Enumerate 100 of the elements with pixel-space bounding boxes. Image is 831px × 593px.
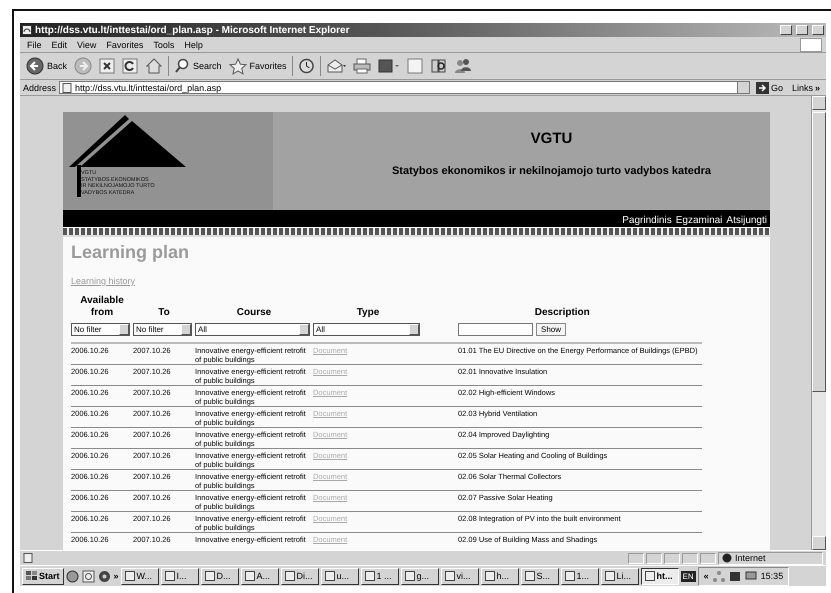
nav-link[interactable]: Pagrindinis	[622, 215, 672, 227]
taskbar-button[interactable]: g...	[400, 568, 439, 584]
taskbar-button[interactable]: Di...	[280, 568, 319, 584]
status-pane	[664, 552, 680, 564]
app-icon	[324, 571, 335, 581]
status-pane	[628, 552, 644, 564]
taskbar-button[interactable]: h...	[480, 568, 519, 584]
globe-icon	[722, 553, 732, 563]
go-button[interactable]: Go	[752, 82, 786, 94]
maximize-button[interactable]	[796, 25, 808, 35]
menu-item[interactable]: Edit	[46, 40, 72, 50]
column-header: Course	[236, 307, 272, 318]
app-icon	[524, 571, 535, 581]
app-icon	[284, 571, 295, 581]
taskbar-button[interactable]: Li...	[600, 568, 639, 584]
show-button[interactable]: Show	[536, 323, 566, 336]
desktop-icon[interactable]	[82, 570, 95, 582]
tray-app-icon	[728, 570, 741, 582]
address-label: Address	[23, 82, 56, 92]
home-icon	[145, 58, 164, 74]
filter-dropdown[interactable]: No filter	[133, 323, 192, 336]
language-indicator[interactable]: EN	[680, 570, 696, 582]
toolbar-button[interactable]: Favorites	[226, 56, 289, 76]
tray-expand-button[interactable]: «	[704, 571, 709, 581]
toolbar-button[interactable]	[376, 57, 402, 75]
menu-item[interactable]: Tools	[148, 40, 180, 50]
menu-item[interactable]: Help	[179, 40, 208, 50]
taskbar-button[interactable]: S...	[520, 568, 559, 584]
page-icon	[62, 82, 72, 92]
app-icon	[644, 571, 655, 581]
refresh-icon	[122, 58, 138, 74]
app-icon	[564, 571, 575, 581]
column-header: Description	[534, 307, 590, 318]
nav-link[interactable]: Atsijungti	[726, 215, 767, 227]
media-icon[interactable]	[98, 570, 111, 582]
status-pane	[700, 552, 716, 564]
app-icon	[244, 571, 255, 581]
address-field[interactable]: http://dss.vtu.lt/inttestai/ord_plan.asp	[59, 81, 750, 94]
minimize-button[interactable]	[780, 25, 792, 35]
monitor-icon	[744, 570, 757, 582]
column-header: To	[158, 307, 170, 318]
stop-icon	[99, 58, 116, 74]
taskbar-button[interactable]: 1...	[560, 568, 599, 584]
app-icon	[204, 571, 215, 581]
envelope-icon	[326, 58, 346, 74]
column-header: Available from	[80, 295, 124, 318]
app-icon	[404, 571, 415, 581]
toolbar-button[interactable]	[350, 57, 373, 75]
app-icon	[604, 571, 615, 581]
clock: 15:35	[760, 571, 784, 581]
go-arrow-icon	[756, 82, 769, 94]
taskbar-button[interactable]: ht...	[640, 568, 679, 584]
menu-item[interactable]: View	[72, 40, 102, 50]
taskbar-button[interactable]: D...	[200, 568, 239, 584]
links-button[interactable]: Links »	[788, 82, 823, 92]
taskbar-button[interactable]: vi...	[440, 568, 479, 584]
scrollbar[interactable]	[811, 96, 826, 550]
windows-logo-icon	[26, 571, 37, 581]
roof-logo-icon	[67, 115, 187, 197]
toolbar-button[interactable]	[97, 57, 118, 75]
filter-dropdown[interactable]: No filter	[71, 323, 130, 336]
page-icon	[23, 553, 33, 563]
page-heading: Learning plan	[71, 242, 190, 263]
window-title: http://dss.vtu.lt/inttestai/ord_plan.asp - Microsoft Internet Explorer	[35, 24, 350, 36]
taskbar-button[interactable]: A...	[240, 568, 279, 584]
app-icon	[484, 571, 495, 581]
browser-icon[interactable]	[66, 570, 79, 582]
status-pane	[682, 552, 698, 564]
taskbar-button[interactable]: I...	[160, 568, 199, 584]
taskbar-button[interactable]: u...	[320, 568, 359, 584]
menu-item[interactable]: File	[22, 40, 47, 50]
app-icon	[164, 571, 175, 581]
toolbar-button[interactable]: Back	[24, 56, 70, 76]
close-button[interactable]	[812, 25, 824, 35]
status-pane	[646, 552, 662, 564]
search-icon	[174, 58, 190, 74]
taskbar-button[interactable]: W...	[120, 568, 159, 584]
dropdown-button[interactable]	[736, 82, 749, 93]
history-clock-icon	[298, 58, 315, 74]
zone-label: Internet	[735, 553, 766, 563]
app-icon	[444, 571, 455, 581]
filter-field[interactable]	[458, 323, 533, 336]
start-button[interactable]: Start	[22, 568, 64, 584]
printer-icon	[352, 58, 371, 74]
toolbar-button[interactable]	[120, 57, 140, 75]
site-title: VGTU	[530, 130, 572, 147]
site-subtitle: Statybos ekonomikos ir nekilnojamojo turto vadybos katedra	[392, 165, 712, 177]
app-icon	[124, 571, 135, 581]
star-icon	[228, 58, 247, 74]
filter-dropdown[interactable]: All	[313, 323, 420, 336]
taskbar-button[interactable]: 1 ...	[360, 568, 399, 584]
app-icon	[364, 571, 375, 581]
nav-link[interactable]: Egzaminai	[676, 215, 722, 227]
network-icon	[712, 570, 725, 582]
menu-item[interactable]: Favorites	[101, 40, 148, 50]
people-icon	[454, 58, 472, 74]
page-icon	[406, 58, 423, 74]
more-button[interactable]: »	[114, 571, 119, 581]
filter-dropdown[interactable]: All	[195, 323, 310, 336]
toolbar-button[interactable]: Search	[172, 57, 224, 75]
